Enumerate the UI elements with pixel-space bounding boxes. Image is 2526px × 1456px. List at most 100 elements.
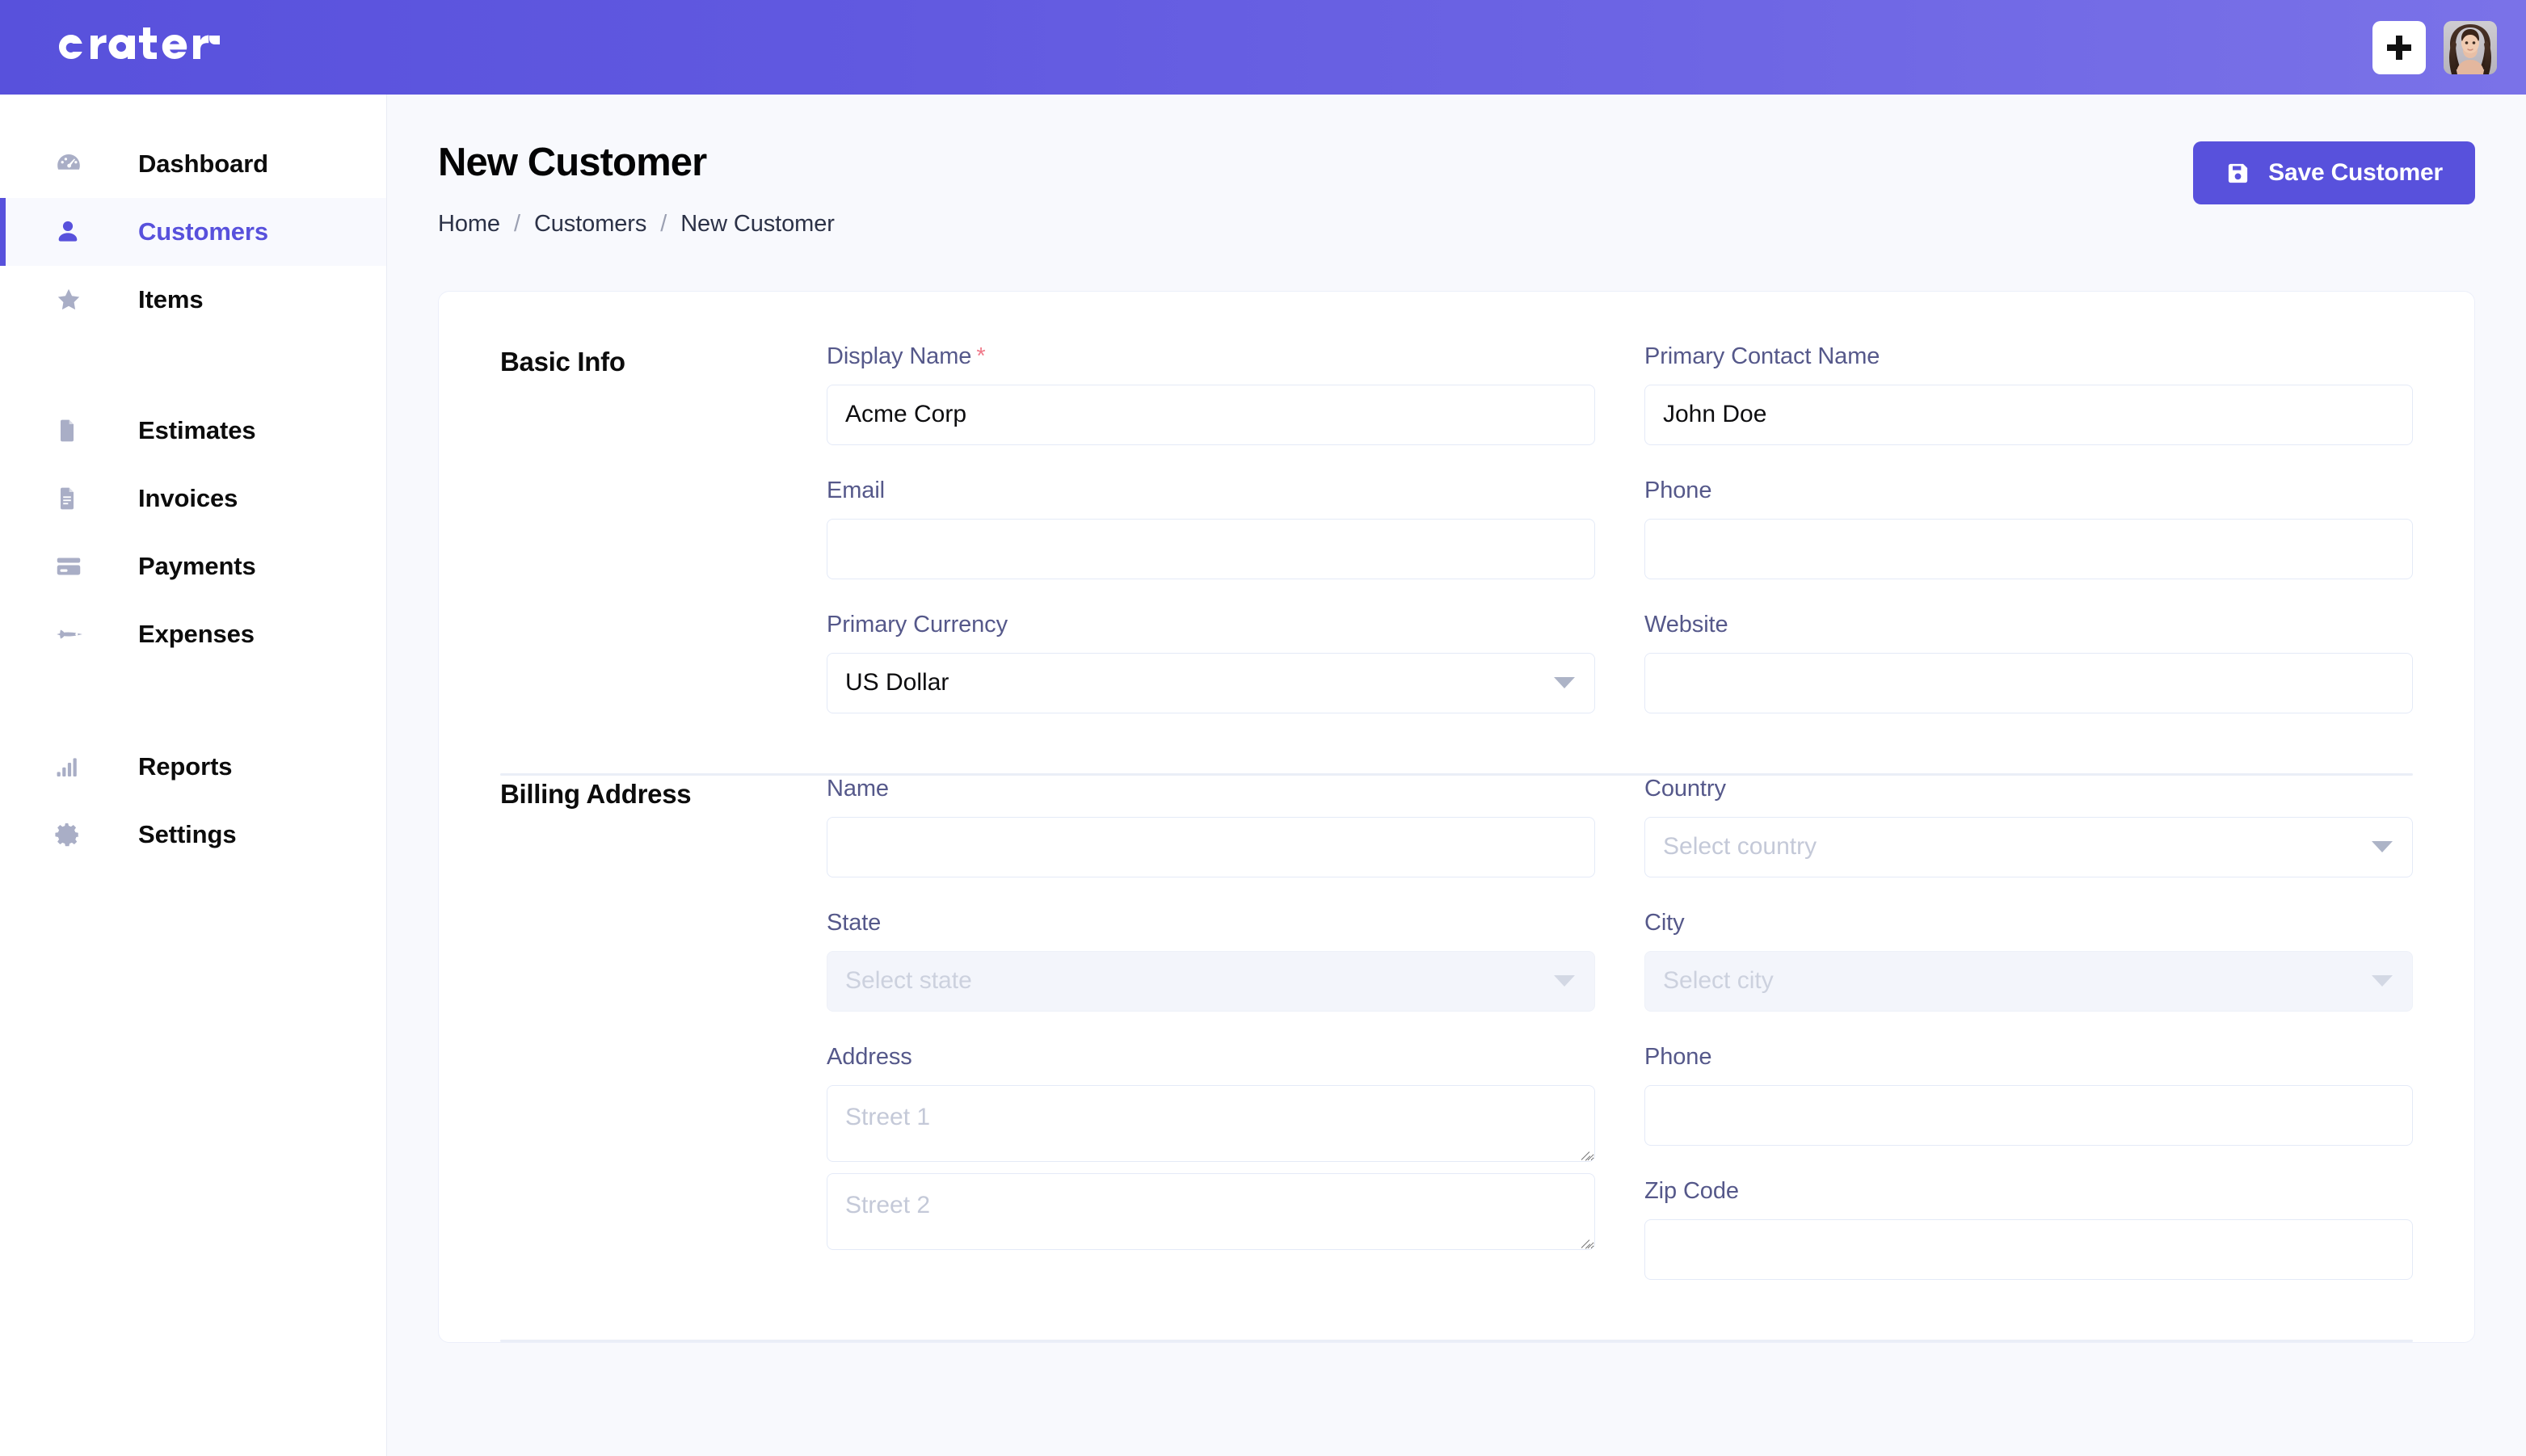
breadcrumb: Home / Customers / New Customer (438, 211, 835, 238)
section-divider-bottom (500, 1339, 2413, 1342)
street2-textarea[interactable] (827, 1172, 1595, 1250)
billing-right-column: Country Select country City Select city (1644, 776, 2413, 1302)
star-icon (54, 285, 88, 314)
primary-currency-select[interactable]: US Dollar (827, 652, 1595, 713)
add-new-button[interactable] (2372, 20, 2426, 74)
sidebar-item-label: Items (138, 285, 204, 314)
sidebar-group-divider (0, 334, 386, 397)
save-customer-button[interactable]: Save Customer (2193, 141, 2475, 204)
primary-contact-name-field: Primary Contact Name (1644, 343, 2413, 445)
sidebar-item-label: Payments (138, 552, 256, 580)
billing-state-field: State Select state (827, 910, 1595, 1012)
breadcrumb-customers[interactable]: Customers (534, 211, 646, 238)
billing-state-value: Select state (845, 967, 972, 995)
sidebar-item-label: Estimates (138, 416, 256, 444)
sidebar: Dashboard Customers Items Estimates Invo… (0, 95, 387, 1456)
phone-field: Phone (1644, 478, 2413, 579)
avatar[interactable] (2444, 20, 2497, 74)
basic-info-title: Basic Info (500, 346, 625, 377)
billing-state-select[interactable]: Select state (827, 950, 1595, 1012)
top-bar (0, 0, 2526, 95)
sidebar-item-payments[interactable]: Payments (0, 532, 386, 600)
sidebar-item-expenses[interactable]: Expenses (0, 600, 386, 668)
chevron-down-icon (2372, 841, 2393, 853)
sidebar-item-estimates[interactable]: Estimates (0, 397, 386, 465)
billing-country-field: Country Select country (1644, 776, 2413, 877)
breadcrumb-home[interactable]: Home (438, 211, 500, 238)
billing-phone-input[interactable] (1644, 1084, 2413, 1146)
phone-input[interactable] (1644, 518, 2413, 579)
page-header: New Customer Home / Customers / New Cust… (387, 95, 2526, 238)
street2-wrapper (827, 1172, 1595, 1250)
user-icon (54, 218, 88, 246)
billing-state-label: State (827, 909, 882, 936)
sidebar-item-customers[interactable]: Customers (0, 198, 386, 266)
sidebar-item-invoices[interactable]: Invoices (0, 465, 386, 532)
chevron-down-icon (1554, 975, 1575, 987)
billing-phone-label: Phone (1644, 1043, 1712, 1070)
billing-name-field: Name (827, 776, 1595, 877)
billing-zip-input[interactable] (1644, 1218, 2413, 1280)
bar-chart-icon (54, 753, 88, 781)
billing-country-value: Select country (1663, 833, 1817, 861)
email-field: Email (827, 478, 1595, 579)
primary-contact-name-input[interactable] (1644, 384, 2413, 445)
sidebar-item-label: Invoices (138, 484, 238, 512)
customer-form-card: Basic Info Display Name* Email Primary C… (438, 290, 2475, 1343)
chevron-down-icon (1554, 677, 1575, 689)
rocket-icon (54, 619, 88, 650)
app-logo[interactable] (50, 24, 236, 71)
sidebar-item-settings[interactable]: Settings (0, 801, 386, 869)
basic-info-fields: Display Name* Email Primary Currency US … (827, 343, 2413, 736)
dashboard-icon (54, 149, 88, 179)
billing-phone-field: Phone (1644, 1044, 2413, 1146)
document-icon (54, 418, 88, 444)
sidebar-item-label: Customers (138, 217, 269, 246)
sidebar-item-label: Expenses (138, 620, 255, 648)
billing-zip-field: Zip Code (1644, 1178, 2413, 1280)
basic-info-section: Basic Info Display Name* Email Primary C… (500, 343, 2413, 773)
billing-address-label: Address (827, 1043, 912, 1070)
website-field: Website (1644, 612, 2413, 713)
invoice-icon (54, 486, 88, 511)
sidebar-item-reports[interactable]: Reports (0, 733, 386, 801)
sidebar-group-divider-2 (0, 668, 386, 733)
billing-address-lines-field: Address (827, 1044, 1595, 1261)
top-bar-actions (2372, 20, 2497, 74)
save-icon (2225, 161, 2250, 186)
email-label: Email (827, 477, 886, 503)
email-input[interactable] (827, 518, 1595, 579)
billing-address-section: Billing Address Name State Select state (500, 776, 2413, 1340)
street1-wrapper (827, 1084, 1595, 1162)
plus-icon (2387, 35, 2411, 60)
billing-country-select[interactable]: Select country (1644, 816, 2413, 877)
primary-currency-field: Primary Currency US Dollar (827, 612, 1595, 713)
billing-zip-label: Zip Code (1644, 1177, 1739, 1204)
billing-name-input[interactable] (827, 816, 1595, 877)
breadcrumb-current: New Customer (680, 210, 835, 237)
billing-city-label: City (1644, 909, 1685, 936)
basic-info-right-column: Primary Contact Name Phone Website (1644, 343, 2413, 736)
gear-icon (54, 821, 88, 848)
display-name-field: Display Name * (827, 343, 1595, 445)
chevron-down-icon (2372, 975, 2393, 987)
display-name-input[interactable] (827, 384, 1595, 445)
billing-city-select[interactable]: Select city (1644, 950, 2413, 1012)
street1-textarea[interactable] (827, 1084, 1595, 1162)
sidebar-item-label: Reports (138, 752, 233, 781)
phone-label: Phone (1644, 477, 1712, 503)
sidebar-item-items[interactable]: Items (0, 266, 386, 334)
primary-contact-name-label: Primary Contact Name (1644, 343, 1880, 369)
billing-address-fields: Name State Select state Address Street 1… (827, 776, 2413, 1302)
billing-city-value: Select city (1663, 967, 1774, 995)
basic-info-left-column: Display Name* Email Primary Currency US … (827, 343, 1595, 736)
sidebar-item-dashboard[interactable]: Dashboard (0, 130, 386, 198)
breadcrumb-separator: / (513, 210, 520, 237)
billing-address-title: Billing Address (500, 778, 692, 809)
display-name-label: Display Name * (827, 343, 986, 369)
billing-country-label: Country (1644, 775, 1726, 802)
breadcrumb-separator: / (660, 210, 667, 237)
sidebar-item-label: Settings (138, 820, 237, 848)
website-input[interactable] (1644, 652, 2413, 713)
credit-card-icon (54, 552, 88, 581)
